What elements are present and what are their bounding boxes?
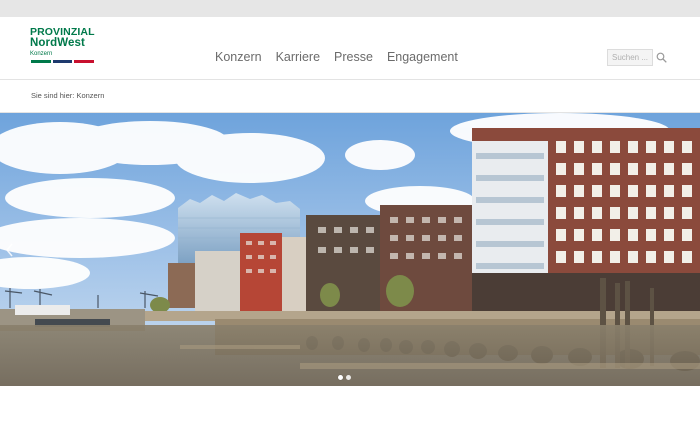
hero-image [0, 113, 700, 386]
breadcrumb: Sie sind hier: Konzern [31, 91, 105, 100]
logo-line-3: Konzern [30, 51, 53, 57]
nav-item-konzern[interactable]: Konzern [215, 50, 262, 64]
main-nav: Konzern Karriere Presse Engagement [215, 50, 472, 64]
top-bar [0, 0, 700, 17]
nav-item-engagement[interactable]: Engagement [387, 50, 458, 64]
search-icon[interactable] [656, 52, 667, 63]
search-input[interactable]: Suchen ... [607, 49, 653, 66]
slider-prev-arrow-icon[interactable] [6, 243, 14, 257]
logo-line-2: NordWest [30, 37, 85, 49]
nav-item-karriere[interactable]: Karriere [276, 50, 320, 64]
slider-dot-1[interactable] [338, 375, 343, 380]
logo-color-bars [31, 60, 95, 63]
content-area [0, 386, 700, 432]
hero-slider[interactable] [0, 113, 700, 386]
site-header: PROVINZIAL NordWest Konzern Konzern Karr… [0, 17, 700, 80]
nav-item-presse[interactable]: Presse [334, 50, 373, 64]
breadcrumb-bar: Sie sind hier: Konzern [0, 80, 700, 113]
slider-dot-2[interactable] [346, 375, 351, 380]
slider-dots [338, 375, 351, 380]
provinzial-logo[interactable]: PROVINZIAL NordWest Konzern [30, 27, 100, 67]
